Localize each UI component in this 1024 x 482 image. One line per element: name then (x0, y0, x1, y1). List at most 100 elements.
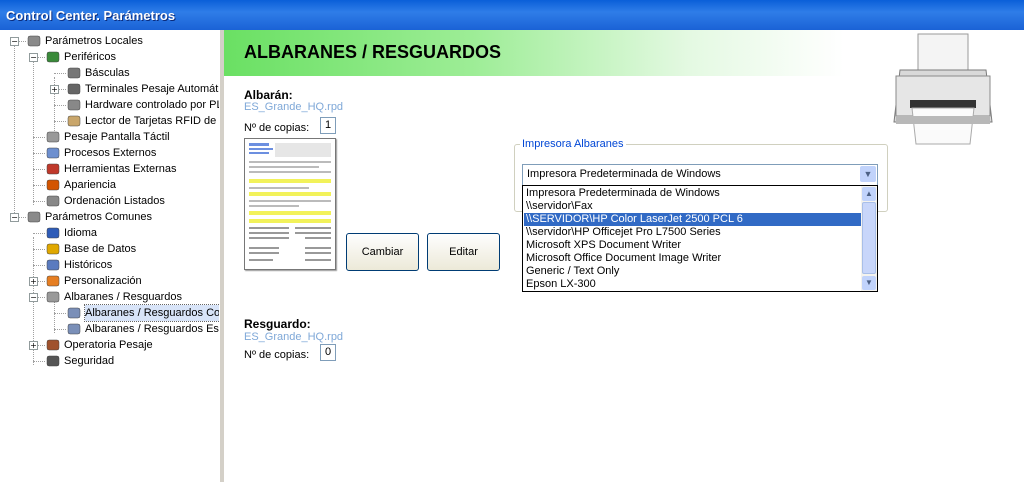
document-icon (66, 322, 82, 336)
document-preview (244, 138, 336, 270)
printer-option[interactable]: \\servidor\Fax (524, 200, 862, 213)
palette-icon (45, 178, 61, 192)
tree-item-label: Albaranes / Resguardos Esp (85, 323, 220, 335)
card-reader-icon (66, 114, 82, 128)
tree-item-label: Pesaje Pantalla Táctil (64, 131, 170, 143)
tree-item[interactable]: Albaranes / Resguardos Co (0, 304, 219, 322)
settings-tree[interactable]: − Parámetros Locales − Periféricos Básculas +… (0, 30, 220, 482)
tree-item[interactable]: Lector de Tarjetas RFID de (0, 113, 219, 129)
window-title: Control Center. Parámetros (6, 8, 176, 23)
tree-item-label: Apariencia (64, 179, 116, 191)
tree-item[interactable]: − Periféricos (0, 49, 219, 65)
printer-option[interactable]: \\servidor\HP Officejet Pro L7500 Series (524, 226, 862, 239)
tree-item[interactable]: − Parámetros Locales (0, 33, 219, 49)
board-icon (45, 50, 61, 64)
tree-item-label: Base de Datos (64, 243, 137, 255)
albaran-copies-input[interactable]: 1 (320, 117, 336, 134)
tree-item-label: Hardware controlado por PLC (85, 99, 220, 111)
scroll-down-icon[interactable]: ▼ (862, 276, 876, 290)
tree-item-label: Seguridad (64, 355, 115, 367)
tree-item-label: Albaranes / Resguardos Co (83, 304, 219, 322)
scale-icon (66, 66, 82, 80)
toolbox-icon (45, 162, 61, 176)
printer-option[interactable]: Epson LX-300 (524, 278, 862, 291)
document-icon (66, 306, 82, 320)
albaran-copies-label: Nº de copias: (244, 122, 310, 134)
terminal-icon (66, 82, 82, 96)
tree-item[interactable]: − Parámetros Comunes (0, 209, 219, 225)
printer-option[interactable]: Impresora Predeterminada de Windows (524, 187, 862, 200)
printer-option[interactable]: Microsoft Office Document Image Writer (524, 252, 862, 265)
tree-item[interactable]: Pesaje Pantalla Táctil (0, 129, 219, 145)
touch-icon (45, 130, 61, 144)
tree-item[interactable]: Albaranes / Resguardos Esp (0, 321, 219, 337)
main-panel: ALBARANES / RESGUARDOS Albarán: ES_Grand… (224, 30, 1024, 482)
tree-item-label: Ordenación Listados (64, 195, 165, 207)
printer-icon (893, 33, 993, 145)
tree-item[interactable]: + Operatoria Pesaje (0, 337, 219, 353)
tree-item[interactable]: Básculas (0, 65, 219, 81)
tree-item[interactable]: Hardware controlado por PLC (0, 97, 219, 113)
collapse-icon[interactable]: − (29, 53, 38, 62)
scroll-up-icon[interactable]: ▲ (862, 187, 876, 201)
resguardo-copies-input[interactable]: 0 (320, 344, 336, 361)
tree-item[interactable]: + Personalización (0, 273, 219, 289)
printer-option[interactable]: \\SERVIDOR\HP Color LaserJet 2500 PCL 6 (524, 213, 862, 226)
tree-item-label: Parámetros Comunes (45, 211, 152, 223)
tree-item-label: Albaranes / Resguardos (64, 291, 183, 303)
users-icon (45, 274, 61, 288)
printer-select[interactable]: Impresora Predeterminada de Windows ▼ (522, 164, 878, 186)
tree-item[interactable]: − Albaranes / Resguardos (0, 289, 219, 305)
resguardo-copies-label: Nº de copias: (244, 349, 310, 361)
scroll-thumb[interactable] (862, 202, 876, 274)
printer-icon (45, 290, 61, 304)
printer-group-label: Impresora Albaranes (520, 138, 626, 150)
tree-item[interactable]: + Terminales Pesaje Automático (0, 81, 219, 97)
dropdown-scrollbar[interactable]: ▲ ▼ (861, 186, 877, 291)
printer-option[interactable]: Generic / Text Only (524, 265, 862, 278)
tree-item-label: Periféricos (64, 51, 116, 63)
tree-item[interactable]: Seguridad (0, 353, 219, 369)
edit-button[interactable]: Editar (427, 233, 500, 271)
tree-item[interactable]: Idioma (0, 225, 219, 241)
section-header: ALBARANES / RESGUARDOS (224, 30, 844, 76)
change-button[interactable]: Cambiar (346, 233, 419, 271)
printer-dropdown-list[interactable]: Epson LX-300 Generic / Text Only Microsoft… (522, 185, 878, 292)
tree-item-label: Operatoria Pesaje (64, 339, 153, 351)
grid-icon (45, 258, 61, 272)
resguardo-label: Resguardo: (244, 317, 311, 331)
tree-item-label: Terminales Pesaje Automático (85, 83, 220, 95)
tree-item[interactable]: Procesos Externos (0, 145, 219, 161)
tree-item-label: Personalización (64, 275, 142, 287)
chevron-down-icon[interactable]: ▼ (860, 166, 876, 182)
printer-select-value: Impresora Predeterminada de Windows (527, 168, 721, 180)
tree-item[interactable]: Apariencia (0, 177, 219, 193)
albaran-label: Albarán: (244, 88, 293, 102)
expand-icon[interactable]: + (29, 341, 38, 350)
tree-item[interactable]: Base de Datos (0, 241, 219, 257)
title-bar: Control Center. Parámetros (0, 0, 1024, 30)
albaran-file-link[interactable]: ES_Grande_HQ.rpd (244, 101, 343, 113)
tree-item-label: Herramientas Externas (64, 163, 177, 175)
expand-icon[interactable]: + (50, 85, 59, 94)
resguardo-file-link[interactable]: ES_Grande_HQ.rpd (244, 331, 343, 343)
tree-item[interactable]: Ordenación Listados (0, 193, 219, 209)
tree-item-label: Procesos Externos (64, 147, 157, 159)
expand-icon[interactable]: + (29, 277, 38, 286)
sort-icon (45, 194, 61, 208)
tree-item-label: Lector de Tarjetas RFID de (85, 115, 217, 127)
database-icon (45, 242, 61, 256)
section-title: ALBARANES / RESGUARDOS (244, 42, 502, 62)
collapse-icon[interactable]: − (29, 293, 38, 302)
flag-icon (45, 226, 61, 240)
collapse-icon[interactable]: − (10, 213, 19, 222)
tree-item-label: Parámetros Locales (45, 35, 143, 47)
tree-item-label: Idioma (64, 227, 98, 239)
collapse-icon[interactable]: − (10, 37, 19, 46)
tree-item-label: Históricos (64, 259, 113, 271)
hardware-icon (66, 98, 82, 112)
printer-option[interactable]: Microsoft XPS Document Writer (524, 239, 862, 252)
tree-item[interactable]: Herramientas Externas (0, 161, 219, 177)
tree-item[interactable]: Históricos (0, 257, 219, 273)
weigh-icon (45, 338, 61, 352)
